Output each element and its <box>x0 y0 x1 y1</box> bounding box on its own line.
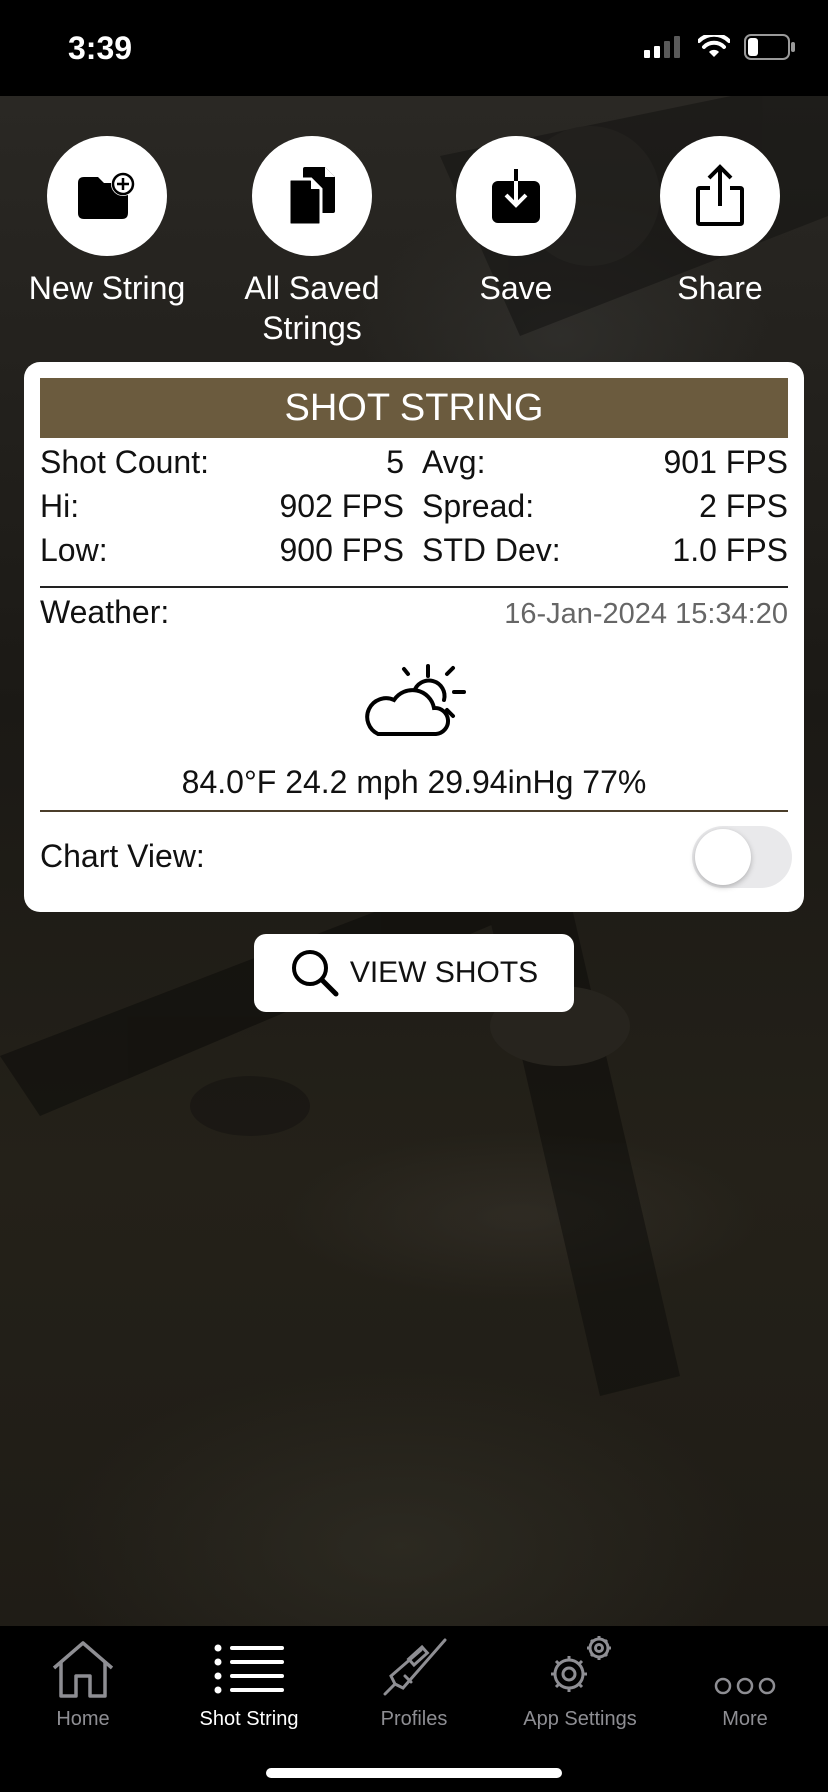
rifle-icon <box>383 1638 447 1696</box>
tab-shot-string-label: Shot String <box>199 1708 299 1730</box>
tab-bar: Home Shot String Profiles App Settings M… <box>0 1626 828 1792</box>
folder-plus-icon <box>78 172 135 219</box>
all-saved-strings-icon-circle <box>252 136 372 256</box>
new-string-label: New String <box>28 270 186 306</box>
status-bar: 3:39 <box>0 0 828 96</box>
spread-value: 2 FPS <box>699 488 788 524</box>
documents-icon <box>287 167 335 227</box>
avg-value: 901 FPS <box>663 444 788 480</box>
low-value: 900 FPS <box>279 532 404 568</box>
share-button[interactable]: Share <box>625 136 815 308</box>
more-icon <box>714 1677 776 1695</box>
stats-row-3: Low: 900 FPS STD Dev: 1.0 FPS <box>40 532 788 576</box>
tab-app-settings-label: App Settings <box>523 1708 637 1730</box>
stats-row-2: Hi: 902 FPS Spread: 2 FPS <box>40 488 788 532</box>
spread-label: Spread: <box>422 488 535 524</box>
save-button[interactable]: Save <box>421 136 611 308</box>
tab-more-label: More <box>722 1708 768 1730</box>
tab-app-settings[interactable]: App Settings <box>497 1626 663 1736</box>
share-icon-circle <box>660 136 780 256</box>
search-icon <box>291 950 339 997</box>
list-icon <box>214 1644 284 1694</box>
all-saved-strings-label: All Saved Strings <box>244 270 380 346</box>
hi-label: Hi: <box>40 488 80 524</box>
tab-shot-string[interactable]: Shot String <box>166 1626 332 1736</box>
battery-icon <box>744 34 795 60</box>
chart-view-label: Chart View: <box>40 838 205 874</box>
view-shots-label: VIEW SHOTS <box>349 956 539 989</box>
home-icon <box>52 1641 114 1698</box>
tab-more[interactable]: More <box>662 1626 828 1736</box>
shot-count-label: Shot Count: <box>40 444 209 480</box>
chart-view-toggle[interactable] <box>692 826 792 888</box>
action-bar: New String All Saved Strings Save Share <box>0 136 828 346</box>
stats-divider <box>40 586 788 588</box>
download-icon <box>492 169 540 223</box>
low-label: Low: <box>40 532 108 568</box>
shot-string-title: SHOT STRING <box>40 378 788 438</box>
share-icon <box>696 164 744 226</box>
tab-home-label: Home <box>56 1708 110 1730</box>
tab-home[interactable]: Home <box>0 1626 166 1736</box>
status-icons <box>644 34 796 60</box>
home-indicator <box>266 1768 562 1778</box>
shot-count-value: 5 <box>386 444 404 480</box>
partly-cloudy-icon <box>365 664 466 736</box>
gears-icon <box>551 1636 611 1692</box>
std-dev-label: STD Dev: <box>422 532 561 568</box>
weather-timestamp: 16-Jan-2024 15:34:20 <box>504 598 788 630</box>
share-label: Share <box>677 270 763 306</box>
new-string-icon-circle <box>47 136 167 256</box>
weather-values: 84.0°F 24.2 mph 29.94inHg 77% <box>181 764 647 800</box>
status-time: 3:39 <box>68 30 133 66</box>
new-string-button[interactable]: New String <box>12 136 202 308</box>
tab-profiles[interactable]: Profiles <box>331 1626 497 1736</box>
view-shots-button[interactable]: VIEW SHOTS <box>254 934 574 1012</box>
stats-row-1: Shot Count: 5 Avg: 901 FPS <box>40 444 788 488</box>
std-dev-value: 1.0 FPS <box>672 532 788 568</box>
save-icon-circle <box>456 136 576 256</box>
tab-profiles-label: Profiles <box>380 1708 448 1730</box>
avg-label: Avg: <box>422 444 486 480</box>
weather-divider <box>40 810 788 812</box>
wifi-icon <box>698 35 730 57</box>
chart-view-toggle-knob <box>695 829 751 885</box>
save-label: Save <box>479 270 553 306</box>
signal-icon <box>644 36 680 58</box>
all-saved-strings-button[interactable]: All Saved Strings <box>217 136 407 348</box>
shot-string-card: SHOT STRING Shot Count: 5 Avg: 901 FPS H… <box>24 362 804 912</box>
hi-value: 902 FPS <box>279 488 404 524</box>
weather-label: Weather: <box>40 594 170 630</box>
